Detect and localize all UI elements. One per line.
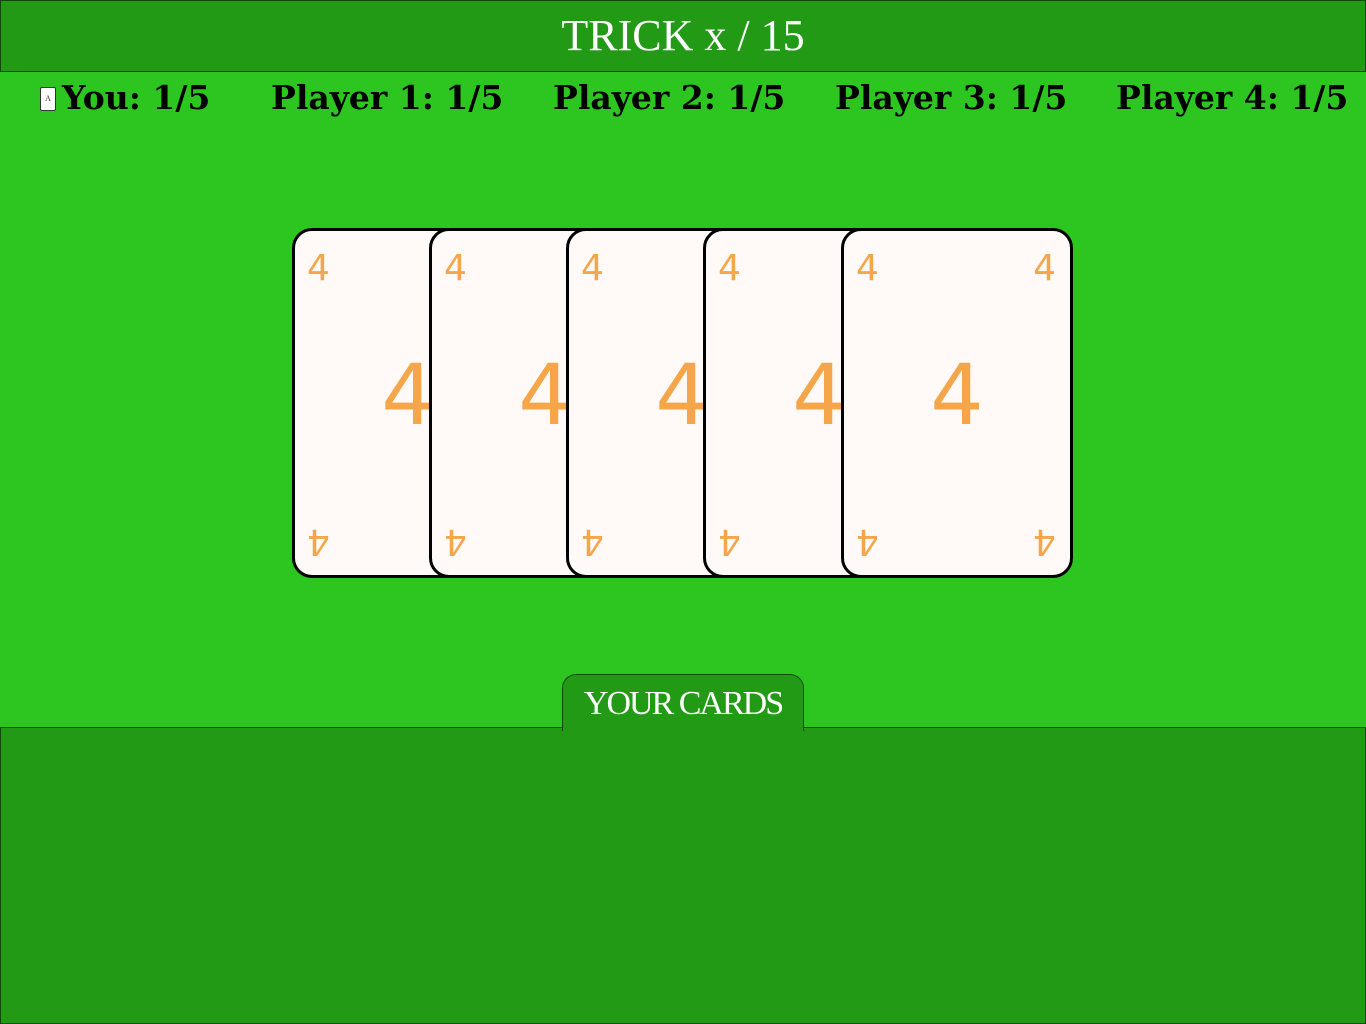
card-rank-top-left: 4 [581,248,604,289]
your-cards-tab: YOUR CARDS [562,674,804,731]
score-player-3: Player 3: 1/5 [835,78,1068,117]
card-rank-bottom-left: 4 [444,521,467,562]
card-rank-center: 4 [930,346,984,444]
trick-counter-header: TRICK x / 15 [0,0,1366,72]
score-you: You: 1/5 [62,78,211,117]
card-rank-top-left: 4 [307,248,330,289]
card-rank-bottom-left: 4 [581,521,604,562]
card-rank-top-right: 4 [1033,248,1056,289]
score-player-2: Player 2: 1/5 [553,78,786,117]
trick-card: 4 4 4 4 4 [841,228,1073,578]
card-rank-bottom-right: 4 [1033,521,1056,562]
trick-counter-title: TRICK x / 15 [561,11,805,60]
card-rank-top-left: 4 [718,248,741,289]
dealer-marker-icon: A [40,87,56,111]
card-rank-bottom-left: 4 [718,521,741,562]
card-rank-top-left: 4 [444,248,467,289]
your-cards-label: YOUR CARDS [583,685,784,722]
score-player-1: Player 1: 1/5 [271,78,504,117]
card-rank-bottom-left: 4 [307,521,330,562]
scoreboard: You: 1/5 Player 1: 1/5 Player 2: 1/5 Pla… [0,72,1366,128]
score-player-4: Player 4: 1/5 [1116,78,1349,117]
card-rank-bottom-left: 4 [856,521,879,562]
card-rank-top-left: 4 [856,248,879,289]
player-hand-area [0,727,1366,1024]
